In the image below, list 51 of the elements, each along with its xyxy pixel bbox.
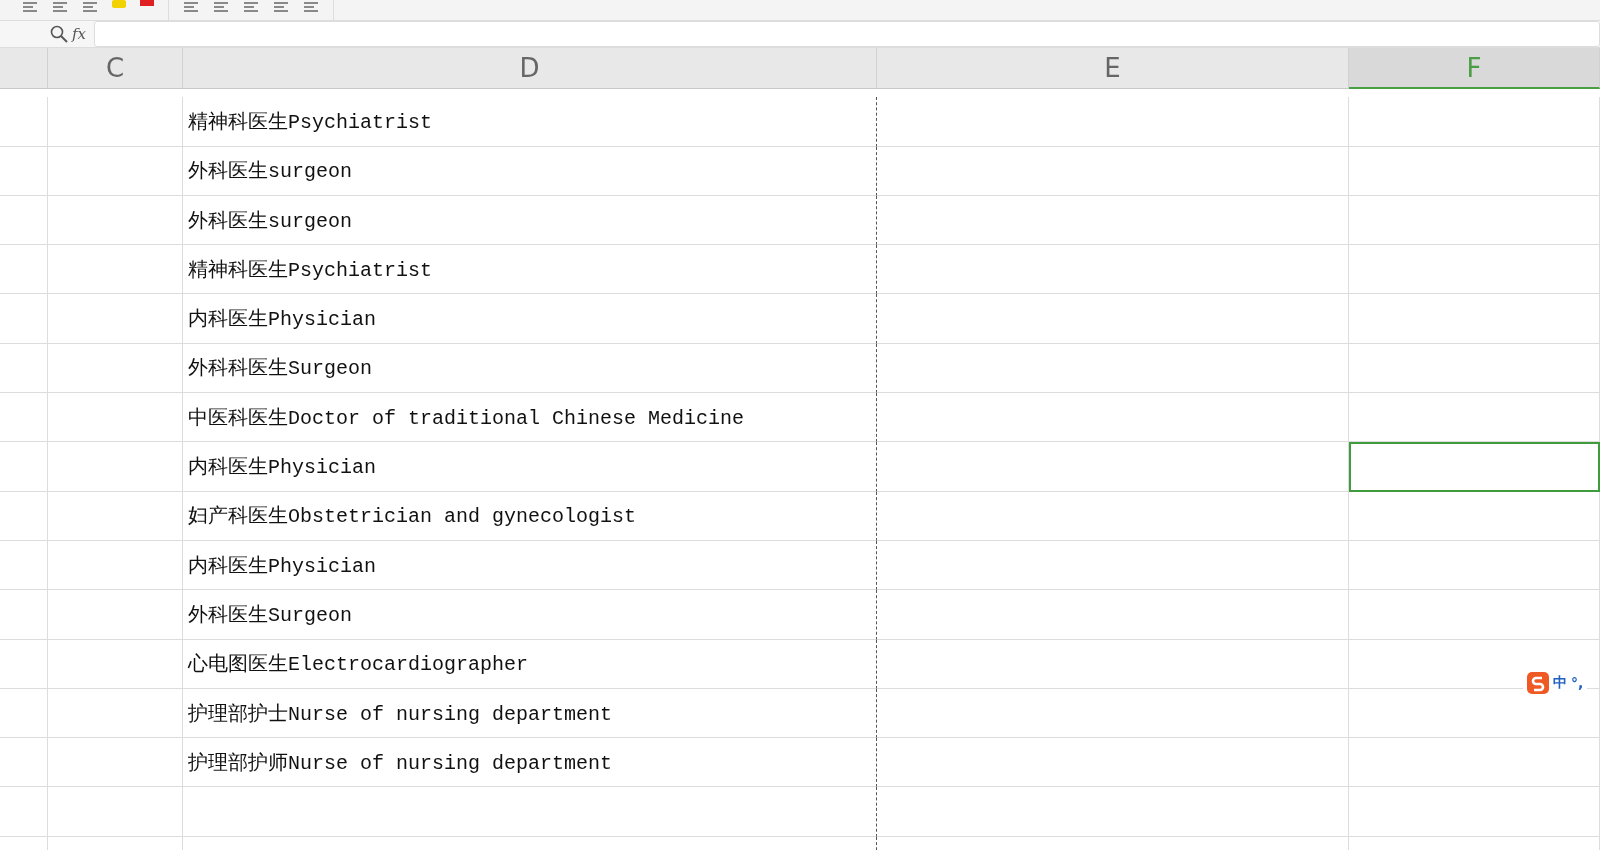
table-cell: 精神科医生Psychiatrist: [183, 245, 877, 295]
row-header[interactable]: [0, 146, 48, 196]
align-icon[interactable]: [213, 0, 229, 12]
table-cell: 内科医生Physician: [183, 294, 877, 344]
table-cell: 外科科医生Surgeon: [183, 343, 877, 394]
table-cell: 心电图医生Electrocardiographer: [183, 639, 877, 689]
table-cell: 护理部护师Nurse of nursing department: [183, 738, 877, 788]
align-icon[interactable]: [52, 0, 68, 12]
row-header[interactable]: [0, 738, 48, 788]
formula-input[interactable]: [94, 21, 1600, 47]
align-icon[interactable]: [22, 0, 38, 12]
row-header[interactable]: [0, 195, 48, 246]
row-header[interactable]: [0, 491, 48, 541]
align-icon[interactable]: [273, 0, 289, 12]
column-header[interactable]: E: [877, 48, 1349, 89]
table-cell: 外科医生Surgeon: [183, 590, 877, 640]
align-icon[interactable]: [183, 0, 199, 12]
table-cell: 外科医生surgeon: [183, 146, 877, 196]
ime-logo-icon[interactable]: [1527, 672, 1549, 694]
table-cell: 妇产科医生Obstetrician and gynecologist: [183, 491, 877, 541]
table-cell: 护理部护士Nurse of nursing department: [183, 688, 877, 739]
selected-cell[interactable]: [1349, 442, 1600, 492]
zoom-icon[interactable]: [50, 25, 68, 43]
row-header[interactable]: [0, 294, 48, 344]
ime-mode[interactable]: 中: [1553, 674, 1567, 692]
row-header[interactable]: [0, 393, 48, 443]
row-header[interactable]: [0, 540, 48, 591]
column-header[interactable]: D: [183, 48, 877, 89]
row-header[interactable]: [0, 590, 48, 640]
ime-punctuation[interactable]: °,: [1571, 675, 1584, 691]
align-icon[interactable]: [82, 0, 98, 12]
column-header[interactable]: F: [1349, 48, 1600, 89]
row-header[interactable]: [0, 787, 48, 837]
row-header[interactable]: [0, 97, 48, 147]
table-cell: 内科医生Physician: [183, 442, 877, 492]
row-header[interactable]: [0, 688, 48, 739]
font-color-icon[interactable]: [140, 0, 154, 6]
highlight-icon[interactable]: [112, 0, 126, 8]
row-header[interactable]: [0, 48, 48, 89]
align-icon[interactable]: [243, 0, 259, 12]
row-header[interactable]: [0, 343, 48, 394]
row-header[interactable]: [0, 245, 48, 295]
align-icon[interactable]: [303, 0, 319, 12]
table-cell: 精神科医生Psychiatrist: [183, 97, 877, 147]
table-cell: 中医科医生Doctor of traditional Chinese Medicine: [183, 393, 877, 443]
function-label: fx: [72, 25, 86, 43]
row-header[interactable]: [0, 442, 48, 492]
row-header[interactable]: [0, 639, 48, 689]
table-cell: 内科医生Physician: [183, 540, 877, 591]
table-cell: 外科医生surgeon: [183, 195, 877, 246]
column-header[interactable]: C: [48, 48, 183, 89]
